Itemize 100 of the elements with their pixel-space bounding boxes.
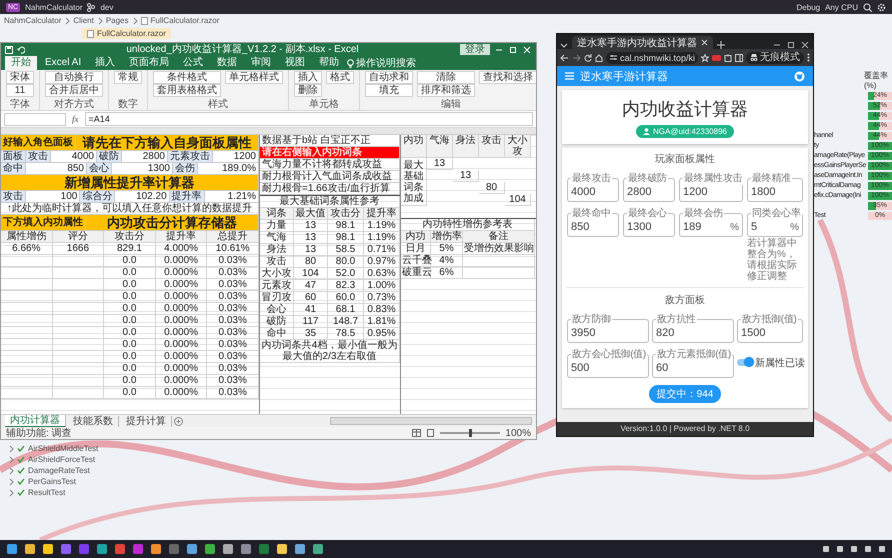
ribbon-button[interactable]: 自动求和: [365, 71, 413, 84]
ribbon-tab[interactable]: 视图: [279, 56, 312, 70]
ribbon-button[interactable]: 单元格样式: [225, 71, 283, 84]
ribbon-button[interactable]: 合并后居中: [45, 84, 103, 97]
number-input[interactable]: 4000: [571, 185, 615, 199]
zoom-level: 100%: [505, 428, 531, 438]
ribbon-tab[interactable]: 开始: [5, 56, 37, 70]
number-input[interactable]: 1500: [741, 326, 799, 340]
value-cell: 1300: [112, 163, 173, 175]
number-field[interactable]: 敌方抵御(值) 1500: [737, 312, 803, 343]
ribbon-tab[interactable]: 页面布局: [123, 56, 176, 70]
table-cell: 80.0: [328, 256, 364, 268]
number-field[interactable]: 敌方抗性 820: [652, 312, 734, 343]
number-field[interactable]: 敌方防御 3950: [567, 312, 649, 343]
column-header: 攻击分: [104, 231, 156, 243]
number-input[interactable]: 1300: [627, 220, 671, 234]
table-cell: 元素攻: [260, 280, 294, 292]
number-input[interactable]: 850: [571, 220, 615, 234]
breadcrumb-item[interactable]: NahmCalculator: [4, 16, 62, 25]
table-cell: 0.0: [104, 279, 156, 291]
table-cell: 1666: [52, 243, 104, 255]
sheet-title: 新增属性提升率计算器: [1, 175, 259, 191]
number-field[interactable]: 敌方元素抵御(值) 60: [652, 347, 734, 378]
number-field[interactable]: 最终会心 1300: [623, 206, 675, 237]
sheet-tab[interactable]: 内功计算器: [5, 414, 66, 428]
ribbon-button[interactable]: 常规: [114, 71, 142, 84]
table-cell: 0.0: [104, 339, 156, 351]
number-input[interactable]: 5: [751, 220, 790, 234]
table-cell: 0.95%: [364, 328, 400, 340]
table-cell: 13: [294, 244, 328, 256]
field-label: 敌方防御: [571, 312, 612, 326]
branch-name[interactable]: dev: [100, 2, 114, 12]
number-input[interactable]: 1200: [683, 185, 739, 199]
table-cell: 命中: [260, 328, 294, 340]
build-config[interactable]: Debug: [796, 2, 820, 12]
number-field[interactable]: 敌方会心抵御(值) 500: [567, 347, 649, 378]
number-input[interactable]: 2800: [627, 185, 671, 199]
test-name[interactable]: DamageRateTest: [28, 466, 90, 475]
test-name[interactable]: AirShieldForceTest: [28, 455, 96, 464]
ribbon-button[interactable]: 清除: [417, 71, 475, 84]
search-field[interactable]: 操作说明搜索: [356, 56, 416, 70]
table-cell: 大小攻: [260, 268, 294, 280]
file-tab[interactable]: FullCalculator.razor: [82, 28, 171, 39]
platform-config[interactable]: Any CPU: [825, 2, 858, 12]
value-cell: 2800: [122, 151, 168, 163]
ribbon-button[interactable]: 查找和选择: [479, 71, 536, 84]
number-input[interactable]: 500: [571, 361, 645, 375]
test-name[interactable]: ResultTest: [28, 488, 66, 497]
breadcrumb-item[interactable]: Pages: [106, 16, 128, 25]
ribbon-button[interactable]: 填充: [365, 84, 413, 97]
number-field[interactable]: 同类会心率 5 %: [747, 206, 803, 237]
function-label[interactable]: fx: [70, 114, 80, 124]
ribbon-button[interactable]: 自动换行: [45, 71, 103, 84]
address-bar[interactable]: cal.nshmwiki.top/ki: [606, 52, 698, 64]
number-input[interactable]: 1800: [751, 185, 799, 199]
ribbon-tab[interactable]: Excel AI: [39, 56, 88, 70]
table-cell: 0.000%: [156, 363, 208, 375]
ribbon-tab[interactable]: 帮助: [313, 56, 346, 70]
ribbon-button[interactable]: 插入: [294, 71, 322, 84]
incognito-button[interactable]: 无痕模式: [746, 52, 804, 64]
ribbon-button[interactable]: 11: [6, 84, 34, 97]
breadcrumb-item[interactable]: Client: [73, 16, 94, 25]
value-cell: 850: [26, 163, 87, 175]
table-cell: 13: [294, 220, 328, 232]
number-field[interactable]: 最终攻击 4000: [567, 171, 619, 202]
number-field[interactable]: 最终会伤 189 %: [679, 206, 743, 237]
table-cell: 80: [479, 182, 505, 194]
table-cell: 0.0: [104, 351, 156, 363]
table-cell: 82.3: [328, 280, 364, 292]
table-cell: 0.0: [104, 363, 156, 375]
ribbon-button[interactable]: 条件格式: [153, 71, 221, 84]
test-name[interactable]: AirShieldMiddleTest: [28, 444, 98, 453]
formula-field[interactable]: =A14: [84, 112, 533, 126]
sign-in-button[interactable]: 登录: [460, 44, 490, 55]
ribbon-button[interactable]: 排序和筛选: [417, 84, 475, 97]
header-cell: 提升率: [170, 191, 205, 203]
breadcrumb-item[interactable]: FullCalculator.razor: [150, 16, 220, 25]
number-field[interactable]: 最终精准 1800: [747, 171, 803, 202]
ribbon-tab[interactable]: 插入: [89, 56, 122, 70]
browser-tab[interactable]: 逆水寒手游内功收益计算器: [572, 36, 713, 49]
number-input[interactable]: 820: [656, 326, 730, 340]
ribbon-button[interactable]: 宋体: [6, 71, 34, 84]
table-cell: 0.0: [104, 375, 156, 387]
ribbon-button[interactable]: 套用表格格式: [153, 84, 221, 97]
header-cell: 会伤: [173, 163, 198, 175]
number-field[interactable]: 最终破防 2800: [623, 171, 675, 202]
ribbon-tab[interactable]: 公式: [177, 56, 210, 70]
ribbon-tab[interactable]: 审阅: [245, 56, 278, 70]
number-input[interactable]: 3950: [571, 326, 645, 340]
ribbon-button[interactable]: 删除: [294, 84, 322, 97]
field-label: 最终精准: [751, 172, 792, 185]
project-name[interactable]: NahmCalculator: [25, 2, 82, 12]
ribbon-button[interactable]: 格式: [326, 71, 354, 84]
header-cell: 面板: [1, 151, 26, 163]
number-input[interactable]: 189: [683, 220, 730, 234]
number-input[interactable]: 60: [656, 361, 730, 375]
test-name[interactable]: PerGainsTest: [28, 477, 76, 486]
number-field[interactable]: 最终属性攻击 1200: [679, 171, 743, 202]
number-field[interactable]: 最终命中 850: [567, 206, 619, 237]
ribbon-tab[interactable]: 数据: [211, 56, 244, 70]
